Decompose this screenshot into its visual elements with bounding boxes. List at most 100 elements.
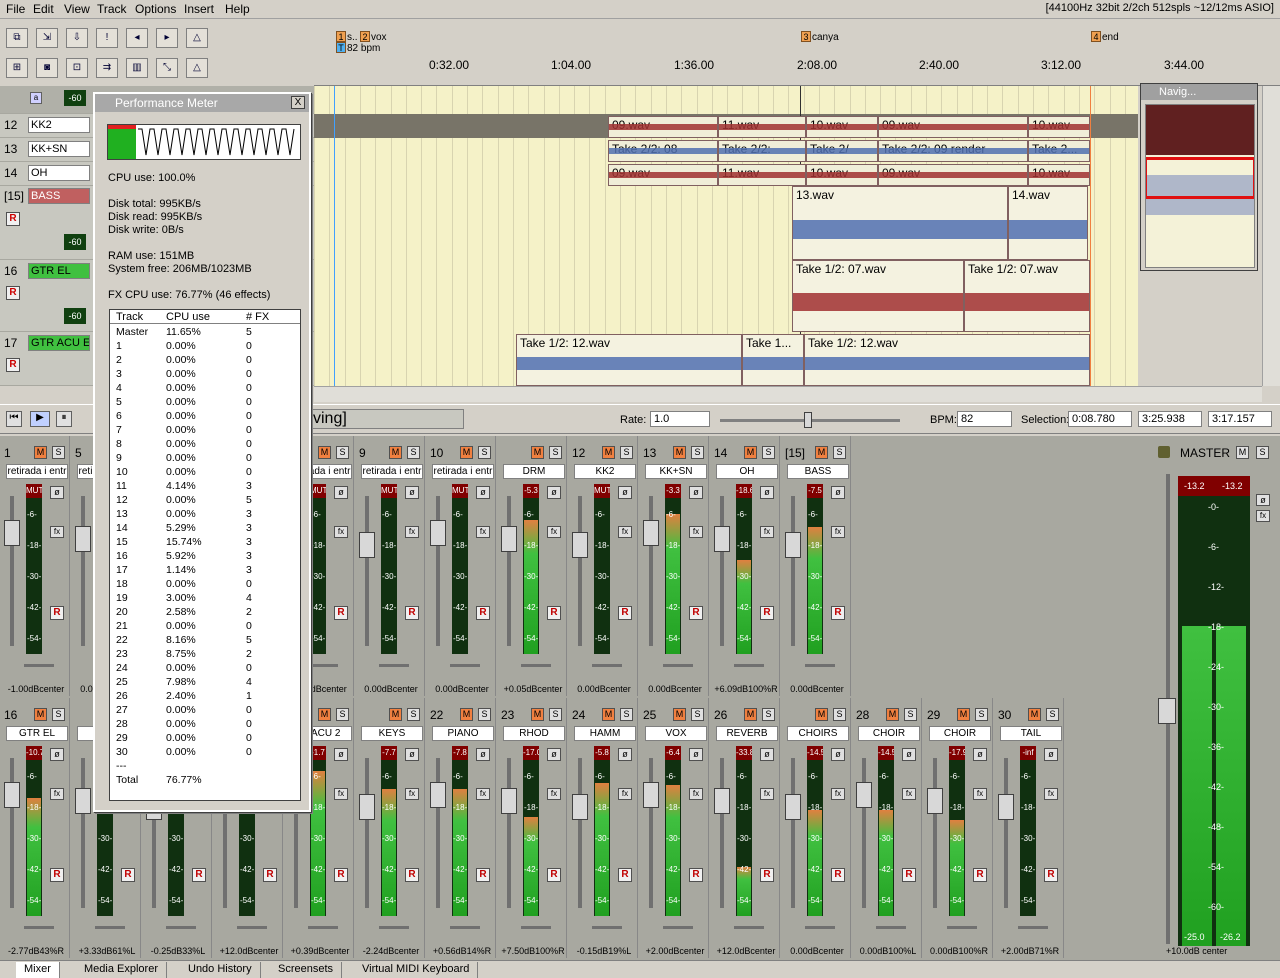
record-arm-button[interactable]: R: [618, 606, 632, 620]
solo-button[interactable]: S: [336, 708, 349, 721]
volume-fader-track[interactable]: [81, 758, 85, 908]
volume-fader-knob[interactable]: [4, 782, 20, 808]
record-arm-button[interactable]: R: [831, 606, 845, 620]
solo-button[interactable]: S: [407, 446, 420, 459]
pan-slider[interactable]: [450, 926, 480, 929]
record-arm-button[interactable]: R: [6, 286, 20, 300]
phase-button[interactable]: ø: [476, 486, 490, 499]
strip-name[interactable]: retirada i entr: [6, 464, 68, 479]
mute-button[interactable]: M: [673, 708, 686, 721]
performance-meter-titlebar[interactable]: Performance Meter X: [95, 94, 309, 112]
solo-button[interactable]: S: [549, 446, 562, 459]
pan-slider[interactable]: [805, 664, 835, 667]
menu-options[interactable]: Options: [135, 2, 176, 16]
media-item[interactable]: 10.wav: [1028, 164, 1090, 186]
tab-media-explorer[interactable]: Media Explorer: [76, 962, 167, 978]
media-item[interactable]: 10.wav: [806, 116, 878, 138]
record-arm-button[interactable]: R: [50, 606, 64, 620]
track-name-field[interactable]: GTR EL: [28, 263, 90, 279]
metronome-icon[interactable]: △: [186, 28, 208, 48]
volume-fader-track[interactable]: [81, 496, 85, 646]
grid-icon[interactable]: ⊞: [6, 58, 28, 78]
fx-button[interactable]: fx: [547, 788, 561, 800]
pan-slider[interactable]: [379, 926, 409, 929]
fx-button[interactable]: fx: [50, 526, 64, 538]
mute-button[interactable]: M: [957, 708, 970, 721]
mute-button[interactable]: M: [318, 708, 331, 721]
pan-slider[interactable]: [876, 926, 906, 929]
record-arm-button[interactable]: R: [50, 868, 64, 882]
pan-slider[interactable]: [24, 664, 54, 667]
marker-4[interactable]: 4 end: [1091, 31, 1119, 43]
phase-button[interactable]: ø: [405, 486, 419, 499]
mute-button[interactable]: M: [673, 446, 686, 459]
pan-slider[interactable]: [166, 926, 196, 929]
volume-fader-track[interactable]: [791, 758, 795, 908]
pan-slider[interactable]: [308, 926, 338, 929]
record-arm-button[interactable]: R: [760, 606, 774, 620]
mute-button[interactable]: M: [1028, 708, 1041, 721]
phase-button[interactable]: ø: [547, 748, 561, 761]
strip-name[interactable]: KEYS: [361, 726, 423, 741]
record-arm-button[interactable]: R: [6, 212, 20, 226]
mute-button[interactable]: M: [815, 708, 828, 721]
master-fx-button[interactable]: fx: [1256, 510, 1270, 522]
media-item[interactable]: Take 1/2: 12.wav: [516, 334, 742, 386]
pan-slider[interactable]: [734, 926, 764, 929]
solo-button[interactable]: S: [620, 446, 633, 459]
master-mute-button[interactable]: M: [1236, 446, 1249, 459]
track-name-field[interactable]: KK2: [28, 117, 90, 133]
record-arm-button[interactable]: R: [121, 868, 135, 882]
volume-fader-track[interactable]: [10, 496, 14, 646]
volume-fader-knob[interactable]: [643, 520, 659, 546]
tab-mixer[interactable]: Mixer: [16, 962, 60, 978]
phase-button[interactable]: ø: [618, 748, 632, 761]
record-arm-button[interactable]: R: [476, 606, 490, 620]
pan-slider[interactable]: [450, 664, 480, 667]
media-item[interactable]: Take 2/: [806, 140, 878, 162]
phase-button[interactable]: ø: [831, 748, 845, 761]
volume-fader-track[interactable]: [1004, 758, 1008, 908]
mute-button[interactable]: M: [602, 446, 615, 459]
record-arm-button[interactable]: R: [973, 868, 987, 882]
media-item[interactable]: 09.wav: [878, 164, 1028, 186]
volume-fader-knob[interactable]: [785, 532, 801, 558]
fx-button[interactable]: fx: [405, 788, 419, 800]
strip-name[interactable]: CHOIR: [858, 726, 920, 741]
media-item[interactable]: Take 1/2: 07.wav: [792, 260, 964, 332]
strip-name[interactable]: DRM: [503, 464, 565, 479]
solo-button[interactable]: S: [833, 446, 846, 459]
selection-start-field[interactable]: 0:08.780: [1068, 411, 1132, 427]
record-arm-button[interactable]: R: [192, 868, 206, 882]
phase-button[interactable]: ø: [334, 748, 348, 761]
new-project-icon[interactable]: ⧉: [6, 28, 28, 48]
solo-button[interactable]: S: [691, 708, 704, 721]
phase-button[interactable]: ø: [1044, 748, 1058, 761]
selection-length-field[interactable]: 3:17.157: [1208, 411, 1272, 427]
pan-slider[interactable]: [24, 926, 54, 929]
media-item[interactable]: 13.wav: [792, 186, 1008, 260]
mute-button[interactable]: M: [744, 446, 757, 459]
project-settings-icon[interactable]: !: [96, 28, 118, 48]
horizontal-scrollbar[interactable]: [314, 386, 1262, 402]
phase-button[interactable]: ø: [405, 748, 419, 761]
save-icon[interactable]: ⇩: [66, 28, 88, 48]
volume-fader-track[interactable]: [720, 758, 724, 908]
phase-button[interactable]: ø: [476, 748, 490, 761]
volume-fader-knob[interactable]: [572, 794, 588, 820]
phase-button[interactable]: ø: [760, 748, 774, 761]
solo-button[interactable]: S: [478, 708, 491, 721]
media-item[interactable]: 09.wav: [878, 116, 1028, 138]
volume-fader-knob[interactable]: [430, 520, 446, 546]
track-name-field[interactable]: GTR ACU E: [28, 335, 90, 351]
media-item[interactable]: Take 2/2:: [718, 140, 806, 162]
solo-button[interactable]: S: [1046, 708, 1059, 721]
phase-button[interactable]: ø: [973, 748, 987, 761]
volume-fader-knob[interactable]: [714, 788, 730, 814]
phase-button[interactable]: ø: [618, 486, 632, 499]
strip-name[interactable]: retirada i entr: [361, 464, 423, 479]
fx-button[interactable]: fx: [831, 788, 845, 800]
strip-name[interactable]: KK+SN: [645, 464, 707, 479]
media-item[interactable]: 09.wav: [608, 164, 718, 186]
volume-fader-track[interactable]: [436, 758, 440, 908]
